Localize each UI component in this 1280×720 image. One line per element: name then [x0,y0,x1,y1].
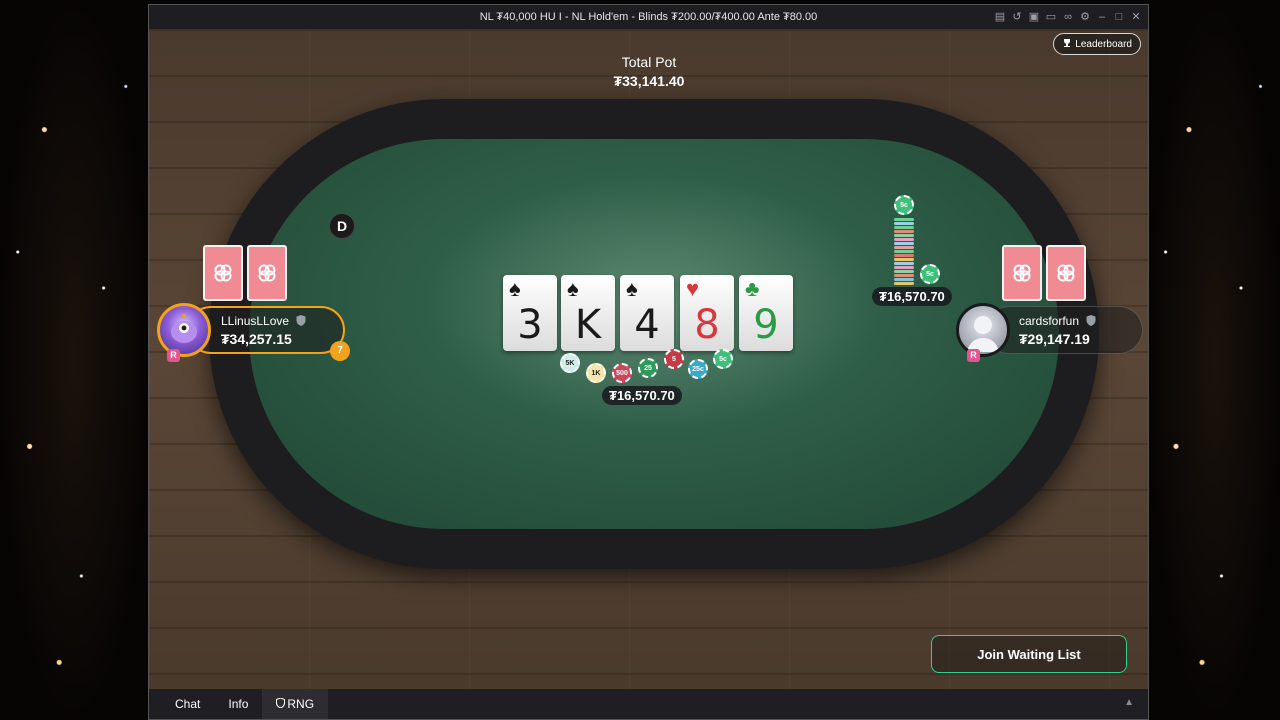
chip-25: 25 [638,358,658,378]
close-icon[interactable]: ✕ [1130,11,1142,23]
window-titlebar: NL ₮40,000 HU I - NL Hold'em - Blinds ₮2… [149,5,1148,29]
player1-name-text: LLinusLLove [221,314,290,328]
card-back-logo-icon [1057,264,1075,282]
spade-icon: ♠ [567,276,579,301]
settings-icon[interactable]: ⚙ [1079,11,1091,23]
player2-name: cardsforfun [1019,314,1096,329]
player1-hole-card [203,245,243,301]
board-card: ♠ 4 [620,275,674,351]
board-card: ♣ 9 [739,275,793,351]
card-rank: K [574,302,602,348]
leaderboard-label: Leaderboard [1075,38,1132,50]
board-card: ♠ K [561,275,615,351]
center-bet-amount: ₮16,570.70 [602,386,682,405]
notes-icon[interactable]: ▣ [1028,11,1040,23]
leaderboard-button[interactable]: Leaderboard [1053,33,1141,55]
board-card: ♠ 3 [503,275,557,351]
chip-25c: 25c [688,359,708,379]
player2-avatar[interactable] [956,303,1010,357]
shield-icon [296,315,306,329]
heart-icon: ♥ [686,276,700,301]
total-pot-value: ₮33,141.40 [613,73,685,89]
player1-rank-badge: R [167,349,180,362]
chip-5c: 5c [920,264,940,284]
player2-hole-card [1046,245,1086,301]
player2-name-text: cardsforfun [1019,314,1080,328]
chip-1k: 1K [586,363,606,383]
player1-stack: ₮34,257.15 [221,331,292,347]
player1-timebank-badge: 7 [330,341,350,361]
board-card: ♥ 8 [680,275,734,351]
player1-hole-card [247,245,287,301]
background-starfield-right [1150,0,1280,720]
link-icon[interactable]: ∞ [1062,11,1074,23]
player2-hole-card [1002,245,1042,301]
tab-rng[interactable]: RNG [262,689,329,719]
player2-rank-badge: R [967,349,980,362]
card-rank: 8 [694,302,720,348]
chip-5k: 5K [560,353,580,373]
window-controls: ▤ ↺ ▣ ▭ ∞ ⚙ – □ ✕ [994,5,1142,29]
card-rank: 3 [517,302,543,348]
shield-icon [276,697,286,711]
trophy-icon [1062,38,1072,51]
player2-stack: ₮29,147.19 [1019,331,1090,347]
player1-name: LLinusLLove [221,314,306,329]
chip-5c: 5c [894,195,914,215]
player2-bet-amount: ₮16,570.70 [872,287,952,306]
window-title: NL ₮40,000 HU I - NL Hold'em - Blinds ₮2… [479,11,818,23]
dealer-button: D [329,213,355,239]
background-starfield-left [0,0,148,720]
spade-icon: ♠ [626,276,638,301]
minimize-icon[interactable]: – [1096,11,1108,23]
table-list-icon[interactable]: ▤ [994,11,1006,23]
card-rank: 9 [753,302,779,348]
maximize-icon[interactable]: □ [1113,11,1125,23]
club-icon: ♣ [745,276,760,301]
card-rank: 4 [634,302,660,348]
folder-icon[interactable]: ▭ [1045,11,1057,23]
card-back-logo-icon [258,264,276,282]
history-icon[interactable]: ↺ [1011,11,1023,23]
player1-avatar[interactable] [157,303,211,357]
shield-icon [1086,315,1096,329]
spade-icon: ♠ [509,276,521,301]
chip-500: 500 [612,363,632,383]
join-waiting-list-button[interactable]: Join Waiting List [931,635,1127,673]
chevron-up-icon[interactable]: ▲ [1124,697,1134,708]
tab-chat[interactable]: Chat [149,689,214,719]
tab-info[interactable]: Info [214,689,262,719]
bottom-bar: Chat Info RNG ▲ [149,689,1148,719]
poker-table-window: NL ₮40,000 HU I - NL Hold'em - Blinds ₮2… [148,4,1149,720]
card-back-logo-icon [214,264,232,282]
chip-5c: 5c [713,349,733,369]
chip-5: 5 [664,349,684,369]
tab-rng-label: RNG [287,697,315,711]
card-back-logo-icon [1013,264,1031,282]
total-pot-title: Total Pot [621,54,677,70]
